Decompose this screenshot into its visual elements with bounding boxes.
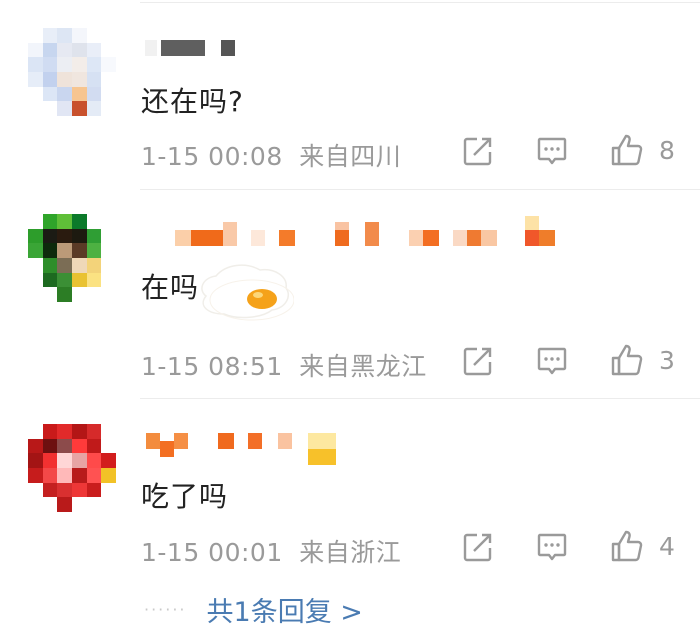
like-count: 8 bbox=[659, 135, 675, 165]
fried-egg-sticker bbox=[201, 264, 294, 321]
comment-text: 吃了吗 bbox=[141, 480, 229, 513]
like-count: 4 bbox=[659, 531, 675, 561]
comment-icon bbox=[537, 347, 567, 375]
like-count: 3 bbox=[659, 345, 675, 375]
like-button[interactable]: 3 bbox=[609, 342, 675, 378]
avatar[interactable] bbox=[28, 214, 116, 302]
avatar[interactable] bbox=[28, 424, 116, 512]
reply-button[interactable] bbox=[535, 134, 569, 168]
username-blurred[interactable] bbox=[175, 216, 555, 246]
username-blurred[interactable] bbox=[145, 40, 245, 58]
thumbs-up-icon bbox=[611, 134, 643, 166]
divider bbox=[140, 398, 700, 399]
comment-time: 1-15 00:08 bbox=[141, 142, 283, 171]
replies-indent-dots: ······ bbox=[144, 600, 187, 619]
comment-icon bbox=[537, 533, 567, 561]
comment-text: 在吗 bbox=[141, 271, 200, 304]
username-blurred[interactable] bbox=[146, 433, 338, 465]
comment-meta: 1-15 00:08 来自四川 bbox=[141, 137, 401, 173]
divider-top bbox=[140, 2, 700, 3]
thumbs-up-icon bbox=[611, 344, 643, 376]
share-icon bbox=[463, 533, 492, 562]
comment-meta: 1-15 08:51 来自黑龙江 bbox=[141, 347, 427, 383]
thumbs-up-icon bbox=[611, 530, 643, 562]
share-icon bbox=[463, 137, 492, 166]
share-button[interactable] bbox=[461, 134, 495, 168]
comment-icon bbox=[537, 137, 567, 165]
comment-meta: 1-15 00:01 来自浙江 bbox=[141, 533, 401, 569]
comment-location: 来自浙江 bbox=[299, 538, 402, 567]
share-button[interactable] bbox=[461, 530, 495, 564]
divider bbox=[140, 189, 700, 190]
view-replies: ······ 共1条回复 > bbox=[144, 590, 363, 629]
share-icon bbox=[463, 347, 492, 376]
avatar[interactable] bbox=[28, 28, 116, 116]
comment-location: 来自四川 bbox=[299, 142, 402, 171]
comment-time: 1-15 08:51 bbox=[141, 352, 283, 381]
view-replies-link[interactable]: 共1条回复 > bbox=[207, 590, 363, 629]
share-button[interactable] bbox=[461, 344, 495, 378]
reply-button[interactable] bbox=[535, 344, 569, 378]
comment-text: 还在吗? bbox=[141, 85, 244, 118]
like-button[interactable]: 8 bbox=[609, 132, 675, 168]
reply-button[interactable] bbox=[535, 530, 569, 564]
comment-time: 1-15 00:01 bbox=[141, 538, 283, 567]
like-button[interactable]: 4 bbox=[609, 528, 675, 564]
comment-location: 来自黑龙江 bbox=[299, 352, 427, 381]
